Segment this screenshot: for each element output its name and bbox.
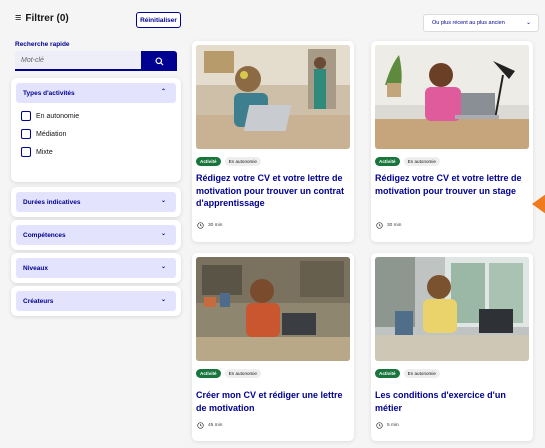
duration-value: 30 min xyxy=(387,223,402,228)
duration-value: 30 min xyxy=(208,223,223,228)
chevron-down-icon: ⌄ xyxy=(160,231,166,237)
checkbox[interactable] xyxy=(21,147,31,157)
card-duration: 30 min xyxy=(197,222,222,229)
creators-header[interactable]: Créateurs ⌄ xyxy=(16,291,176,311)
scroll-arrow-icon xyxy=(532,194,545,214)
option-label: Mixte xyxy=(36,148,53,156)
activity-types-panel: Types d'activités ⌃ En autonomie Médiati… xyxy=(11,78,181,182)
levels-header[interactable]: Niveaux ⌄ xyxy=(16,258,176,278)
chevron-down-icon: ⌄ xyxy=(160,297,166,303)
option-label: Médiation xyxy=(36,130,67,138)
filter-header: ≡ Filtrer (0) xyxy=(15,12,69,25)
search-button[interactable] xyxy=(141,51,177,71)
card-badges: Activité En autonomie xyxy=(196,157,261,166)
checkbox[interactable] xyxy=(21,111,31,121)
option-mixte[interactable]: Mixte xyxy=(21,147,53,157)
durations-panel: Durées indicatives ⌄ xyxy=(11,187,181,217)
duration-value: 45 min xyxy=(208,423,223,428)
sort-value: Ou plus récent au plus ancien xyxy=(432,20,505,26)
card-title[interactable]: Rédigez votre CV et votre lettre de moti… xyxy=(375,172,529,197)
card-duration: 30 min xyxy=(376,222,401,229)
durations-label: Durées indicatives xyxy=(23,198,81,206)
card-title[interactable]: Les conditions d'exercice d'un métier xyxy=(375,389,529,414)
card-duration: 5 min xyxy=(376,422,399,429)
activity-card[interactable]: Activité En autonomie Rédigez votre CV e… xyxy=(192,41,354,242)
card-badges: Activité En autonomie xyxy=(375,157,440,166)
filter-icon: ≡ xyxy=(15,12,22,24)
activity-badge: Activité xyxy=(196,157,221,166)
durations-header[interactable]: Durées indicatives ⌄ xyxy=(16,192,176,212)
skills-panel: Compétences ⌄ xyxy=(11,220,181,250)
activity-card[interactable]: Activité En autonomie Rédigez votre CV e… xyxy=(371,41,533,242)
levels-label: Niveaux xyxy=(23,264,48,272)
reset-button[interactable]: Réinitialiser xyxy=(136,12,181,28)
card-title[interactable]: Créer mon CV et rédiger une lettre de mo… xyxy=(196,389,350,414)
chevron-down-icon: ⌄ xyxy=(160,264,166,270)
chevron-down-icon: ⌄ xyxy=(525,20,531,26)
clock-icon xyxy=(376,222,383,229)
chevron-down-icon: ⌄ xyxy=(160,198,166,204)
checkbox[interactable] xyxy=(21,129,31,139)
creators-panel: Créateurs ⌄ xyxy=(11,286,181,316)
skills-header[interactable]: Compétences ⌄ xyxy=(16,225,176,245)
option-mediation[interactable]: Médiation xyxy=(21,129,66,139)
card-duration: 45 min xyxy=(197,422,222,429)
skills-label: Compétences xyxy=(23,231,66,239)
mode-badge: En autonomie xyxy=(403,369,440,378)
card-badges: Activité En autonomie xyxy=(196,369,261,378)
quick-search-label: Recherche rapide xyxy=(15,41,70,48)
option-en-autonomie[interactable]: En autonomie xyxy=(21,111,79,121)
card-image xyxy=(196,257,350,361)
mode-badge: En autonomie xyxy=(403,157,440,166)
duration-value: 5 min xyxy=(387,423,399,428)
activity-badge: Activité xyxy=(375,369,400,378)
chevron-up-icon: ⌃ xyxy=(160,89,166,95)
option-label: En autonomie xyxy=(36,112,80,120)
clock-icon xyxy=(376,422,383,429)
search-icon xyxy=(154,56,164,66)
card-title[interactable]: Rédigez votre CV et votre lettre de moti… xyxy=(196,172,350,210)
activity-card[interactable]: Activité En autonomie Créer mon CV et ré… xyxy=(192,253,354,441)
levels-panel: Niveaux ⌄ xyxy=(11,253,181,283)
sort-select[interactable]: Ou plus récent au plus ancien ⌄ xyxy=(423,14,539,32)
mode-badge: En autonomie xyxy=(224,157,261,166)
card-image xyxy=(375,45,529,149)
activity-types-header[interactable]: Types d'activités ⌃ xyxy=(16,83,176,103)
activity-badge: Activité xyxy=(375,157,400,166)
clock-icon xyxy=(197,422,204,429)
card-badges: Activité En autonomie xyxy=(375,369,440,378)
activity-types-label: Types d'activités xyxy=(23,89,75,97)
card-image xyxy=(196,45,350,149)
filter-title: Filtrer (0) xyxy=(25,13,69,24)
activity-card[interactable]: Activité En autonomie Les conditions d'e… xyxy=(371,253,533,441)
activity-badge: Activité xyxy=(196,369,221,378)
creators-label: Créateurs xyxy=(23,297,54,305)
clock-icon xyxy=(197,222,204,229)
search-input[interactable]: Mot-clé xyxy=(15,51,141,71)
card-image xyxy=(375,257,529,361)
mode-badge: En autonomie xyxy=(224,369,261,378)
